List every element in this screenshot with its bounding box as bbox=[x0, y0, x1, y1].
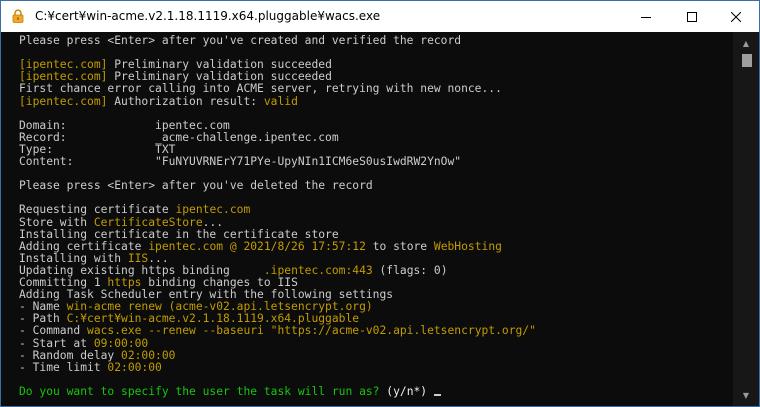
console-text: 02:00:00 bbox=[121, 348, 176, 362]
console-text: Preliminary validation succeeded bbox=[107, 58, 332, 72]
console-text: - Start at bbox=[19, 336, 94, 350]
scroll-thumb[interactable] bbox=[742, 54, 752, 67]
console-text: Installing with bbox=[19, 251, 128, 265]
console-line: Do you want to specify the user the task… bbox=[19, 384, 441, 398]
console-text: (y/n*) bbox=[379, 384, 434, 398]
console-text: Committing 1 bbox=[19, 276, 108, 289]
scroll-up-arrow-icon[interactable]: ▲ bbox=[733, 34, 759, 52]
console-text: Installing certificate in the certificat… bbox=[19, 227, 339, 241]
console-text: 02:00:00 bbox=[107, 360, 162, 374]
console-text: Adding Task Scheduler entry with the fol… bbox=[19, 288, 394, 302]
console-text: binding changes to IIS bbox=[141, 276, 298, 289]
console-text: Domain: ipentec.com bbox=[19, 118, 230, 132]
console-text: win-acme renew (acme-v02.api.letsencrypt… bbox=[66, 300, 373, 314]
console-text: Store with bbox=[19, 215, 94, 229]
console-text: WebHosting bbox=[433, 239, 502, 253]
console-text: [ipentec.com] bbox=[19, 58, 108, 72]
close-button[interactable] bbox=[713, 1, 759, 32]
console-text: Do you want to specify the user the task… bbox=[19, 384, 380, 398]
console-text: CertificateStore bbox=[93, 215, 203, 229]
console-text: First chance error calling into ACME ser… bbox=[19, 82, 502, 96]
console-text: - Name bbox=[19, 300, 67, 314]
console-line: Please press <Enter> after you've create… bbox=[19, 35, 461, 47]
console-text: Please press <Enter> after you've delete… bbox=[19, 179, 373, 193]
console-text: .ipentec.com:443 bbox=[263, 263, 373, 277]
close-icon bbox=[731, 11, 741, 22]
minimize-button[interactable] bbox=[623, 1, 669, 32]
console-text: ipentec.com bbox=[175, 203, 251, 217]
console-text: C:¥cert¥win-acme.v2.1.18.1119.x64.plugga… bbox=[66, 312, 360, 326]
console-text: Updating existing https binding bbox=[19, 263, 264, 277]
text-cursor bbox=[433, 393, 441, 396]
console-text: - Command bbox=[19, 324, 88, 338]
console-text: Please press <Enter> after you've create… bbox=[19, 34, 462, 47]
console-text: IIS bbox=[127, 251, 149, 265]
title-bar[interactable]: C:¥cert¥win-acme.v2.1.18.1119.x64.plugga… bbox=[1, 1, 759, 32]
console-line: - Time limit 02:00:00 bbox=[19, 360, 162, 374]
scroll-down-arrow-icon[interactable]: ▼ bbox=[733, 386, 759, 404]
console-text: - Time limit bbox=[19, 360, 108, 374]
console-output[interactable]: Please press <Enter> after you've create… bbox=[1, 32, 733, 406]
minimize-icon bbox=[641, 16, 651, 18]
console-text: Type: TXT bbox=[19, 142, 176, 156]
console-text: ... bbox=[202, 215, 224, 229]
console-window: C:¥cert¥win-acme.v2.1.18.1119.x64.plugga… bbox=[0, 0, 760, 407]
maximize-button[interactable] bbox=[669, 1, 715, 32]
lock-icon bbox=[11, 9, 25, 23]
console-line: Content: "FuNYUVRNErY71PYe-UpyNIn1ICM6eS… bbox=[19, 156, 461, 168]
console-text: - Random delay bbox=[19, 348, 122, 362]
console-text: valid bbox=[263, 94, 298, 108]
console-text: Requesting certificate bbox=[19, 203, 176, 217]
console-line: Please press <Enter> after you've delete… bbox=[19, 180, 373, 192]
console-text: 09:00:00 bbox=[93, 336, 149, 350]
console-text: - Path bbox=[19, 312, 67, 326]
console-line: [ipentec.com] Authorization result: vali… bbox=[19, 94, 298, 108]
console-text: https bbox=[107, 276, 142, 289]
console-text: ... bbox=[148, 251, 169, 265]
console-text: Content: "FuNYUVRNErY71PYe-UpyNIn1ICM6eS… bbox=[19, 155, 462, 168]
console-text: [ipentec.com] bbox=[19, 70, 108, 84]
console-text: (flags: 0) bbox=[372, 263, 448, 277]
console-text: Record: _acme-challenge.ipentec.com bbox=[19, 130, 339, 144]
console-text: [ipentec.com] bbox=[19, 94, 108, 108]
console-text: to store bbox=[365, 239, 434, 253]
console-text: Authorization result: bbox=[107, 94, 264, 108]
console-text: Preliminary validation succeeded bbox=[107, 70, 332, 84]
maximize-icon bbox=[687, 11, 697, 22]
vertical-scrollbar[interactable]: ▲ ▼ bbox=[733, 32, 759, 406]
console-text: wacs.exe --renew --baseuri "https://acme… bbox=[87, 324, 536, 338]
console-text: ipentec.com @ 2021/8/26 17:57:12 bbox=[148, 239, 366, 253]
console-text: Adding certificate bbox=[19, 239, 149, 253]
window-title: C:¥cert¥win-acme.v2.1.18.1119.x64.plugga… bbox=[35, 9, 381, 23]
